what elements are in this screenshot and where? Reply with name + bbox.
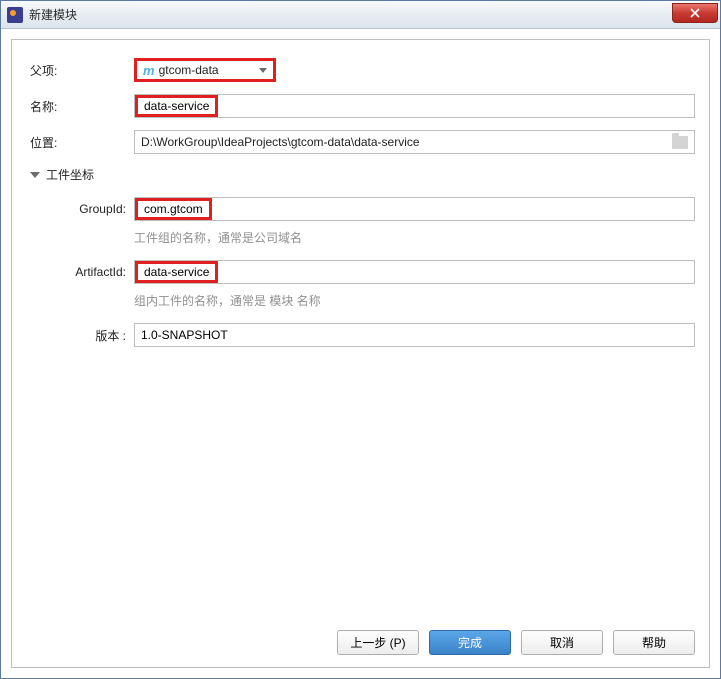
- section-coordinates-header[interactable]: 工件坐标: [30, 166, 695, 183]
- cancel-button[interactable]: 取消: [521, 630, 603, 655]
- label-groupid: GroupId:: [52, 202, 134, 216]
- close-button[interactable]: [672, 3, 718, 23]
- name-highlight: data-service: [135, 95, 218, 117]
- section-coordinates-label: 工件坐标: [46, 166, 94, 183]
- artifactid-input-container[interactable]: data-service: [134, 260, 695, 284]
- hint-groupid: 工件组的名称，通常是公司域名: [134, 229, 695, 246]
- version-input[interactable]: [134, 323, 695, 347]
- maven-icon: m: [143, 63, 155, 78]
- label-version: 版本 :: [52, 327, 134, 344]
- app-icon: [7, 7, 23, 23]
- artifactid-highlight: data-service: [135, 261, 218, 283]
- parent-dropdown[interactable]: m gtcom-data: [134, 58, 276, 82]
- row-location: 位置: D:\WorkGroup\IdeaProjects\gtcom-data…: [30, 130, 695, 154]
- close-icon: [690, 8, 700, 18]
- expand-triangle-icon: [30, 172, 40, 178]
- row-groupid: GroupId: com.gtcom: [52, 197, 695, 221]
- folder-icon[interactable]: [672, 136, 688, 149]
- label-parent: 父项:: [30, 62, 134, 79]
- parent-field-wrap: m gtcom-data: [134, 58, 695, 82]
- dialog-window: 新建模块 父项: m gtcom-data: [0, 0, 721, 679]
- help-button[interactable]: 帮助: [613, 630, 695, 655]
- finish-button[interactable]: 完成: [429, 630, 511, 655]
- row-artifactid: ArtifactId: data-service: [52, 260, 695, 284]
- location-field[interactable]: D:\WorkGroup\IdeaProjects\gtcom-data\dat…: [134, 130, 695, 154]
- button-bar: 上一步 (P) 完成 取消 帮助: [30, 620, 695, 655]
- content-panel: 父项: m gtcom-data 名称: data-service: [11, 39, 710, 668]
- window-title: 新建模块: [29, 6, 672, 23]
- hint-artifactid: 组内工件的名称，通常是 模块 名称: [134, 292, 695, 309]
- chevron-down-icon: [259, 68, 267, 73]
- form-area: 父项: m gtcom-data 名称: data-service: [30, 58, 695, 620]
- location-text: D:\WorkGroup\IdeaProjects\gtcom-data\dat…: [141, 135, 672, 149]
- artifactid-input-value: data-service: [140, 265, 213, 279]
- groupid-highlight: com.gtcom: [135, 198, 212, 220]
- groupid-input-value: com.gtcom: [140, 202, 207, 216]
- parent-dropdown-text: gtcom-data: [159, 63, 259, 77]
- name-input-value: data-service: [140, 99, 213, 113]
- content-wrap: 父项: m gtcom-data 名称: data-service: [1, 29, 720, 678]
- label-location: 位置:: [30, 134, 134, 151]
- row-parent: 父项: m gtcom-data: [30, 58, 695, 82]
- label-name: 名称:: [30, 98, 134, 115]
- name-input-container[interactable]: data-service: [134, 94, 695, 118]
- coordinates-group: GroupId: com.gtcom 工件组的名称，通常是公司域名 Artifa…: [52, 197, 695, 347]
- previous-button[interactable]: 上一步 (P): [337, 630, 419, 655]
- row-version: 版本 :: [52, 323, 695, 347]
- row-name: 名称: data-service: [30, 94, 695, 118]
- titlebar[interactable]: 新建模块: [1, 1, 720, 29]
- label-artifactid: ArtifactId:: [52, 265, 134, 279]
- groupid-input-container[interactable]: com.gtcom: [134, 197, 695, 221]
